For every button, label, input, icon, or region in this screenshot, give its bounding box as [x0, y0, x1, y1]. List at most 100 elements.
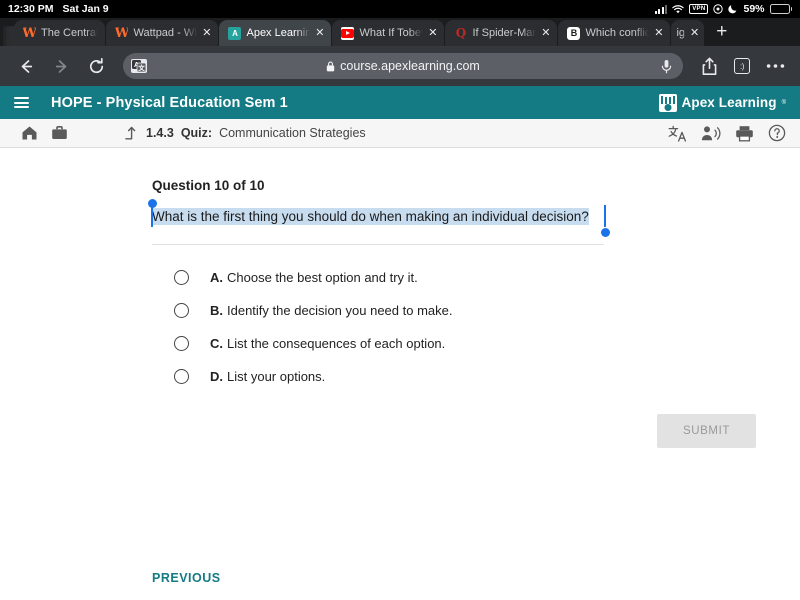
ipad-browser-screen: 12:30 PM Sat Jan 9 VPN 59% W The Central…	[0, 0, 800, 600]
apex-favicon-icon: A	[228, 26, 242, 40]
activity-name: Communication Strategies	[219, 126, 366, 140]
selection-bar-end	[604, 205, 606, 227]
submit-row: SUBMIT	[152, 414, 756, 448]
tab-overview-button[interactable]: :)	[727, 51, 757, 81]
voice-search-icon[interactable]	[660, 59, 673, 74]
option-letter: D.	[210, 369, 223, 384]
option-letter: A.	[210, 270, 223, 285]
option-text: List your options.	[227, 369, 326, 384]
translate-page-icon[interactable]: A文	[131, 59, 147, 73]
url-text: course.apexlearning.com	[340, 59, 480, 73]
read-aloud-icon[interactable]	[701, 125, 721, 142]
print-icon[interactable]	[735, 125, 754, 142]
tab-title: Which conflict r	[585, 27, 650, 39]
back-button[interactable]	[10, 50, 42, 82]
browser-tab-1[interactable]: W Wattpad - Whe ✕	[106, 20, 219, 46]
selection-handle-end[interactable]	[601, 228, 610, 237]
course-title: HOPE - Physical Education Sem 1	[51, 94, 288, 111]
browser-tab-4[interactable]: Q If Spider-Man w ✕	[445, 20, 558, 46]
apex-logo-tm: ®	[781, 99, 786, 106]
option-letter: C.	[210, 336, 223, 351]
radio-button-icon[interactable]	[174, 336, 189, 351]
option-text: List the consequences of each option.	[227, 336, 446, 351]
radio-button-icon[interactable]	[174, 270, 189, 285]
answer-option-a[interactable]: A. Choose the best option and try it.	[152, 270, 800, 285]
browser-tab-0[interactable]: W The Central	[14, 20, 106, 46]
brainly-favicon-icon: B	[567, 26, 581, 40]
browser-tab-3[interactable]: What If Tobey M ✕	[332, 20, 445, 46]
question-text-row[interactable]: What is the first thing you should do wh…	[148, 199, 610, 237]
radio-button-icon[interactable]	[174, 369, 189, 384]
youtube-favicon-icon	[341, 26, 355, 40]
wattpad-favicon-icon: W	[23, 26, 36, 40]
breadcrumb: 1.4.3 Quiz: Communication Strategies	[124, 126, 366, 141]
tab-close-icon[interactable]: ✕	[690, 27, 699, 39]
wattpad-favicon-icon: W	[115, 26, 129, 40]
svg-text:文: 文	[137, 63, 145, 72]
tab-close-icon[interactable]: ✕	[541, 27, 550, 39]
tab-title: What If Tobey M	[359, 27, 423, 39]
tab-close-icon[interactable]: ✕	[654, 27, 663, 39]
answer-option-d[interactable]: D. List your options.	[152, 369, 800, 384]
option-text: Choose the best option and try it.	[227, 270, 418, 285]
lesson-number: 1.4.3	[146, 126, 174, 140]
tab-close-icon[interactable]: ✕	[202, 27, 211, 39]
apex-logo-text: Apex Learning	[681, 95, 777, 110]
battery-icon	[769, 4, 792, 14]
apex-logo-mark-icon	[658, 93, 677, 112]
option-letter: B.	[210, 303, 223, 318]
help-icon[interactable]	[768, 124, 786, 142]
radio-button-icon[interactable]	[174, 303, 189, 318]
question-divider	[152, 244, 604, 245]
tab-title: Apex Learning	[246, 27, 311, 39]
share-button[interactable]	[694, 51, 724, 81]
browser-tab-6[interactable]: ig ✕	[671, 20, 705, 46]
tab-title: Wattpad - Whe	[133, 27, 197, 39]
browser-tab-2-active[interactable]: A Apex Learning ✕	[219, 20, 332, 46]
secure-lock-icon	[326, 61, 335, 72]
translate-icon[interactable]	[668, 125, 687, 142]
browser-toolbar: A文 course.apexlearning.com :)	[0, 46, 800, 86]
submit-button[interactable]: SUBMIT	[656, 414, 756, 448]
do-not-disturb-moon-icon	[728, 4, 738, 14]
briefcase-icon[interactable]	[44, 125, 74, 141]
quiz-content-area: Question 10 of 10 What is the first thin…	[0, 148, 800, 597]
apex-activity-toolbar: 1.4.3 Quiz: Communication Strategies	[0, 119, 800, 148]
up-arrow-icon[interactable]	[124, 126, 139, 141]
status-date: Sat Jan 9	[62, 3, 109, 15]
wifi-icon	[672, 4, 684, 14]
hamburger-menu-icon[interactable]	[14, 97, 29, 108]
tab-title: ig	[676, 27, 686, 39]
home-icon[interactable]	[14, 125, 44, 141]
question-text: What is the first thing you should do wh…	[152, 208, 589, 225]
browser-menu-button[interactable]	[760, 51, 790, 81]
answer-option-c[interactable]: C. List the consequences of each option.	[152, 336, 800, 351]
tab-close-icon[interactable]: ✕	[315, 27, 324, 39]
signal-bars-icon	[654, 4, 668, 14]
browser-tab-5[interactable]: B Which conflict r ✕	[558, 20, 671, 46]
answer-options-list: A. Choose the best option and try it. B.…	[152, 270, 800, 384]
browser-tab-strip[interactable]: W The Central W Wattpad - Whe ✕ A Apex L…	[0, 18, 800, 46]
option-text: Identify the decision you need to make.	[227, 303, 453, 318]
question-counter: Question 10 of 10	[152, 178, 265, 193]
vpn-badge-icon: VPN	[689, 4, 709, 14]
address-bar[interactable]: A文 course.apexlearning.com	[123, 53, 683, 79]
ios-status-bar: 12:30 PM Sat Jan 9 VPN 59%	[0, 0, 800, 18]
previous-button[interactable]: PREVIOUS	[152, 571, 221, 585]
tab-title: The Central	[41, 27, 99, 39]
forward-button[interactable]	[45, 50, 77, 82]
apex-course-header: HOPE - Physical Education Sem 1 Apex Lea…	[0, 86, 800, 119]
battery-percent-label: 59%	[743, 3, 765, 15]
location-icon	[713, 4, 724, 14]
quora-favicon-icon: Q	[455, 26, 467, 40]
new-tab-button[interactable]: +	[705, 22, 736, 43]
selection-handle-start[interactable]	[148, 199, 157, 208]
tab-title: If Spider-Man w	[472, 27, 537, 39]
answer-option-b[interactable]: B. Identify the decision you need to mak…	[152, 303, 800, 318]
tab-close-icon[interactable]: ✕	[428, 27, 437, 39]
reload-button[interactable]	[80, 50, 112, 82]
status-time: 12:30 PM	[8, 3, 54, 15]
activity-type: Quiz:	[180, 126, 213, 140]
smiley-icon: :)	[734, 58, 750, 74]
selection-bar-start	[151, 205, 153, 227]
